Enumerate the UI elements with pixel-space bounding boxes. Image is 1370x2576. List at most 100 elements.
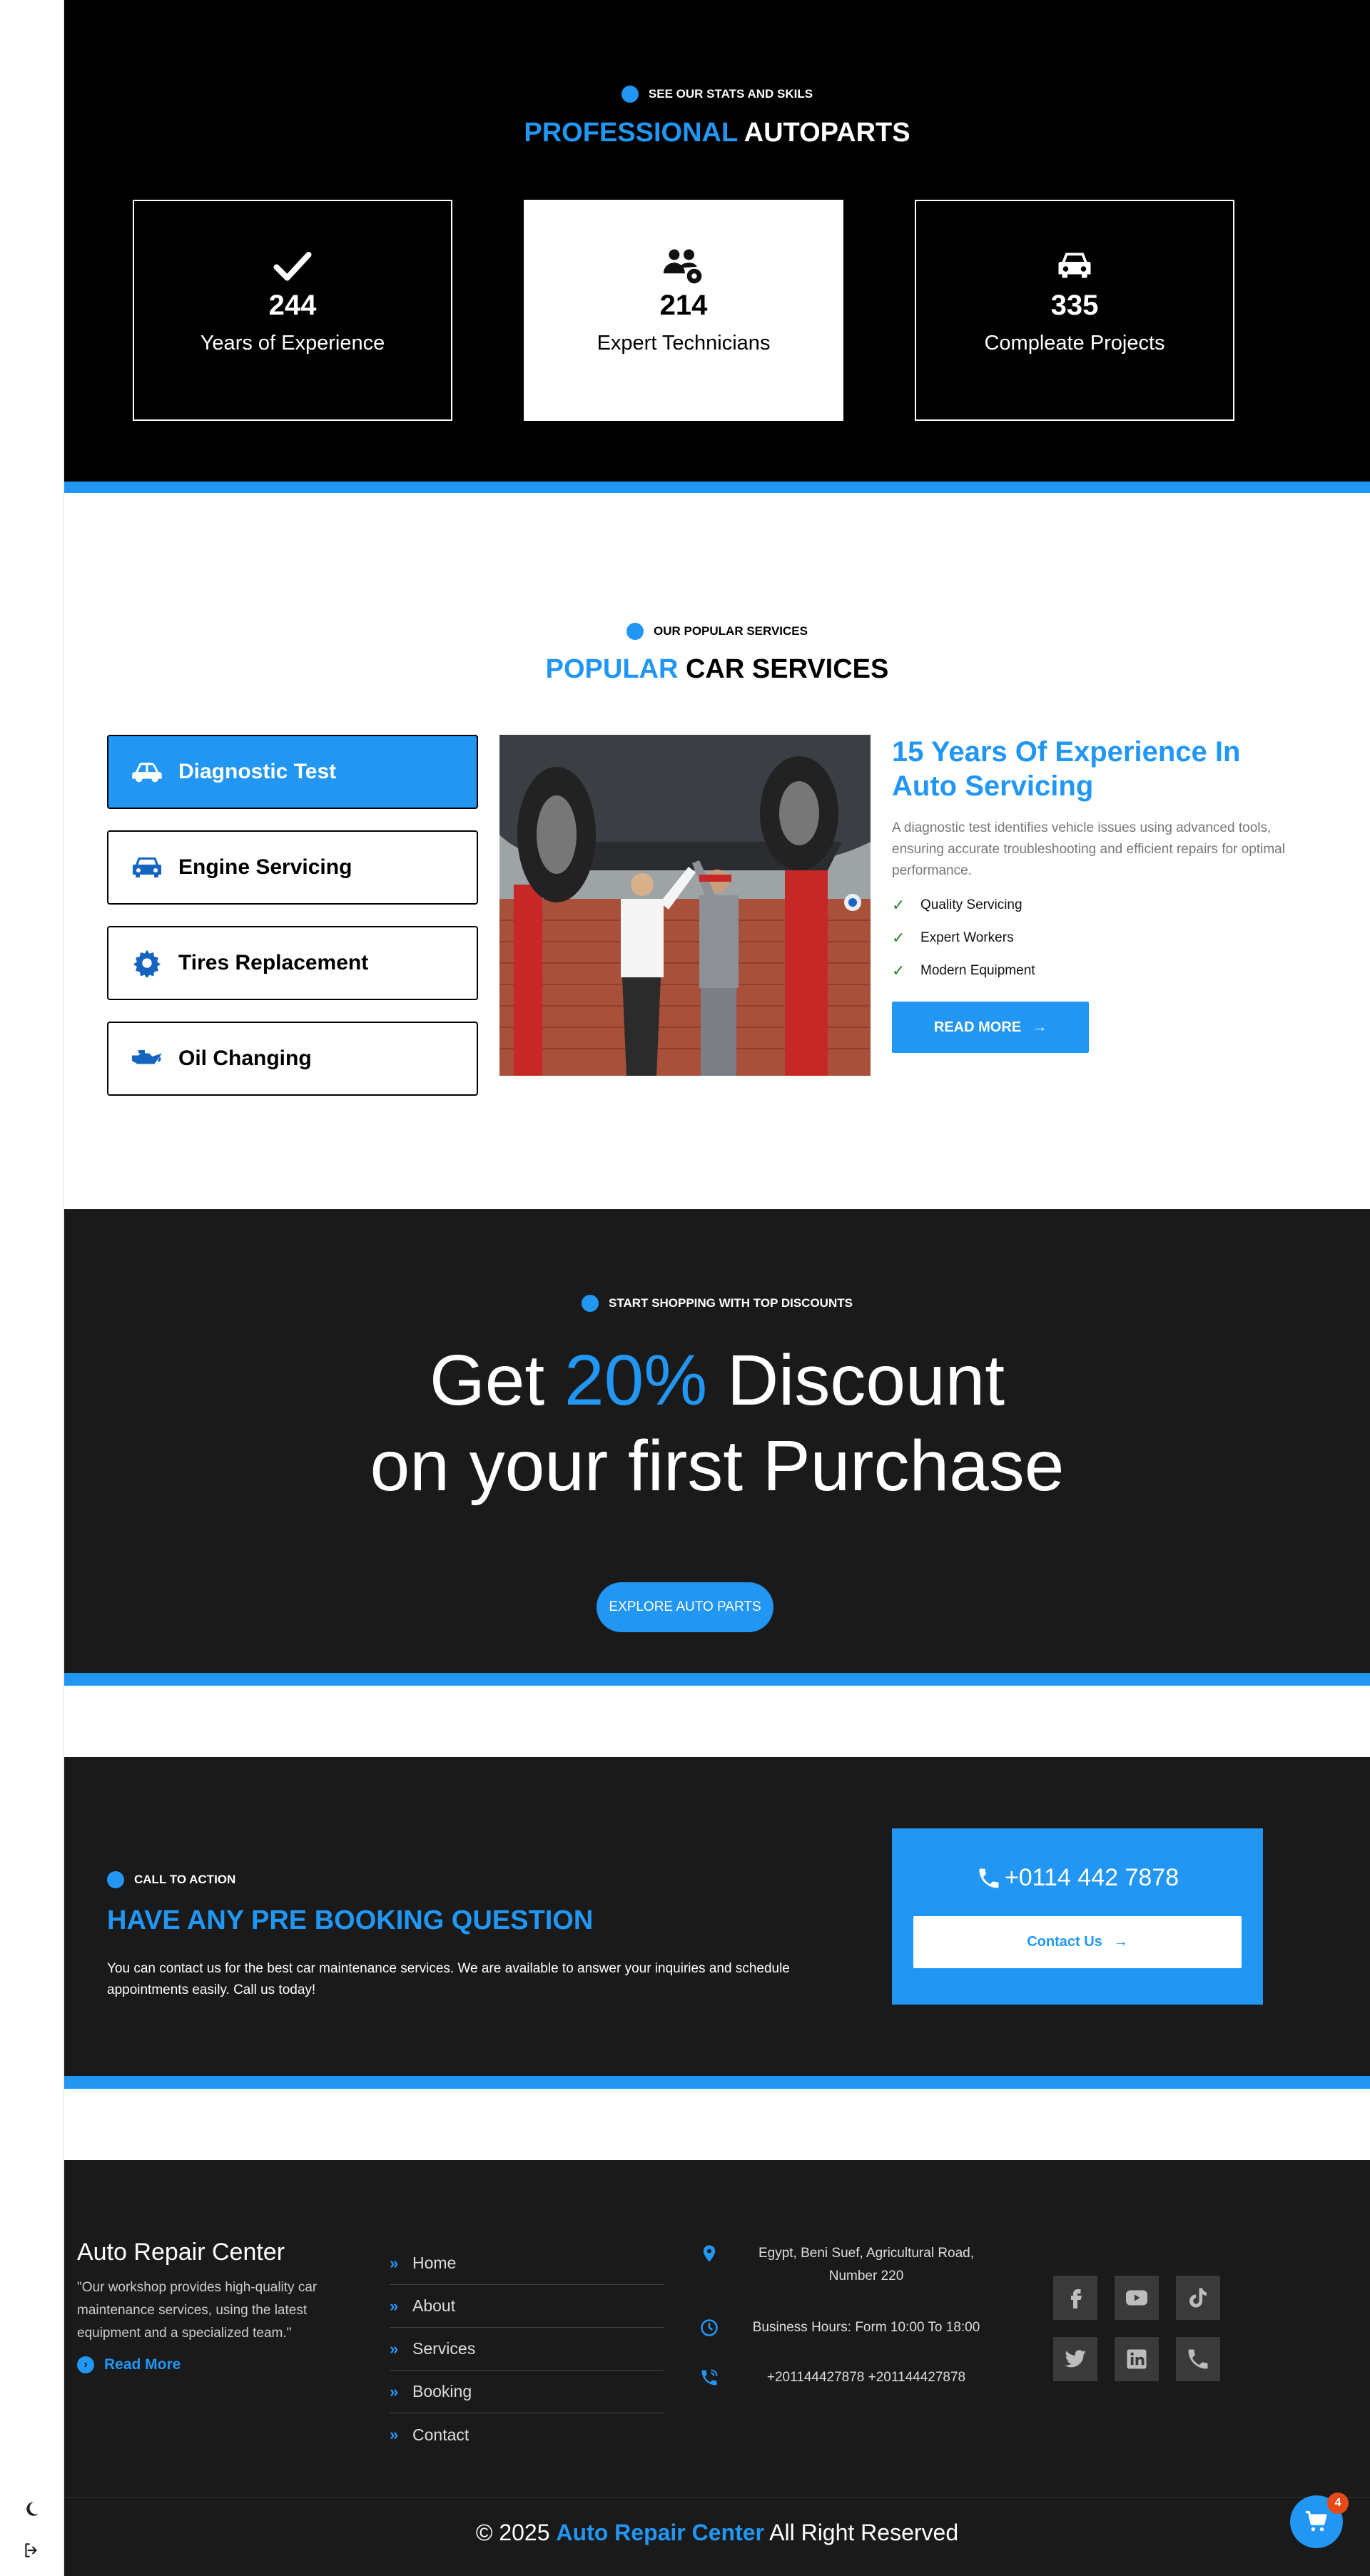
phone-icon (979, 1868, 999, 1888)
feature-item: ✓ Expert Workers (892, 929, 1292, 947)
dot-icon (621, 86, 639, 103)
tab-tires-replacement[interactable]: Tires Replacement (107, 926, 478, 1000)
clock-icon (701, 2319, 718, 2336)
youtube-link[interactable] (1115, 2276, 1159, 2320)
explore-auto-parts-button[interactable]: EXPLORE AUTO PARTS (597, 1582, 773, 1632)
read-more-label: READ MORE (933, 1019, 1022, 1035)
discount-percent: 20% (564, 1340, 708, 1420)
discount-subline: on your first Purchase (370, 1426, 1065, 1506)
copyright-brand: Auto Repair Center (556, 2520, 764, 2545)
discount-post: Discount (726, 1340, 1005, 1420)
facebook-icon (1071, 2289, 1082, 2308)
moon-icon (26, 2502, 39, 2516)
check-icon: ✓ (892, 929, 905, 947)
car-front-icon (133, 857, 161, 877)
feature-item: ✓ Quality Servicing (892, 896, 1292, 915)
services-eyebrow-text: OUR POPULAR SERVICES (653, 624, 808, 638)
tab-label: Oil Changing (178, 1047, 312, 1070)
double-chevron-icon: » (390, 2254, 398, 2272)
footer-link-services[interactable]: » Services (390, 2328, 664, 2371)
service-description: A diagnostic test identifies vehicle iss… (892, 820, 1285, 878)
footer-link-booking[interactable]: » Booking (390, 2371, 664, 2413)
footer-link-about[interactable]: » About (390, 2285, 664, 2328)
contact-us-button[interactable]: Contact Us → (913, 1916, 1242, 1968)
chevron-right-icon: › (77, 2356, 94, 2373)
footer-address-text: Egypt, Beni Suef, Agricultural Road, Num… (758, 2246, 975, 2284)
tiktok-icon (1189, 2288, 1207, 2308)
twitter-icon (1065, 2350, 1086, 2368)
discount-pre: Get (430, 1340, 545, 1420)
footer-link-label: Contact (412, 2425, 470, 2444)
stats-eyebrow-text: SEE OUR STATS AND SKILS (648, 87, 813, 101)
read-more-button[interactable]: READ MORE → (892, 1002, 1089, 1053)
twitter-link[interactable] (1053, 2337, 1097, 2381)
logout-icon (25, 2543, 37, 2557)
tab-label: Diagnostic Test (178, 760, 337, 783)
footer-link-home[interactable]: » Home (390, 2242, 664, 2285)
double-chevron-icon: » (390, 2296, 398, 2315)
dark-mode-toggle[interactable] (17, 2495, 46, 2523)
tab-diagnostic-test[interactable]: Diagnostic Test (107, 735, 478, 809)
stat-number: 335 (1050, 290, 1099, 321)
stat-label: Expert Technicians (597, 332, 771, 355)
footer-phones-text: +201144427878 +201144427878 (766, 2370, 966, 2385)
stat-label: Compleate Projects (984, 332, 1165, 355)
stats-title-accent: PROFESSIONAL (524, 118, 738, 148)
phone-volume-icon (701, 2369, 718, 2386)
cta-phone[interactable]: +0114 442 7878 (892, 1864, 1263, 1892)
facebook-link[interactable] (1053, 2276, 1097, 2320)
double-chevron-icon: » (390, 2382, 398, 2401)
contact-us-label: Contact Us (1027, 1934, 1102, 1950)
stats-eyebrow: SEE OUR STATS AND SKILS (64, 86, 1370, 103)
garage-illustration (499, 735, 871, 1076)
tiktok-link[interactable] (1176, 2276, 1220, 2320)
stats-title: PROFESSIONAL AUTOPARTS (64, 118, 1370, 148)
feature-label: Modern Equipment (920, 963, 1035, 978)
dot-icon (582, 1295, 599, 1312)
services-title-accent: POPULAR (545, 654, 679, 684)
footer-link-label: Services (412, 2339, 476, 2358)
footer-link-label: Home (412, 2254, 457, 2272)
page-root: SEE OUR STATS AND SKILS PROFESSIONAL AUT… (0, 0, 1370, 2576)
cta-contact-box: +0114 442 7878 Contact Us → (892, 1828, 1263, 2005)
footer-read-more-link[interactable]: › Read More (77, 2356, 348, 2373)
footer-hours: Business Hours: Form 10:00 To 18:00 (699, 2316, 999, 2339)
discount-eyebrow: START SHOPPING WITH TOP DISCOUNTS (64, 1295, 1370, 1312)
tab-oil-changing[interactable]: Oil Changing (107, 1022, 478, 1096)
double-chevron-icon: » (390, 2339, 398, 2358)
technicians-icon (663, 249, 702, 284)
dot-icon (626, 623, 644, 640)
shopping-cart-icon (1306, 2510, 1327, 2532)
arrow-right-icon: → (1032, 1019, 1047, 1035)
stats-title-rest: AUTOPARTS (744, 118, 910, 148)
social-links (1053, 2276, 1239, 2381)
services-title: POPULAR CAR SERVICES (64, 654, 1370, 685)
footer-contact-info: Egypt, Beni Suef, Agricultural Road, Num… (699, 2242, 999, 2389)
services-section: OUR POPULAR SERVICES POPULAR CAR SERVICE… (64, 493, 1370, 1209)
logout-button[interactable] (17, 2536, 46, 2565)
footer-link-contact[interactable]: » Contact (390, 2413, 664, 2456)
stats-section: SEE OUR STATS AND SKILS PROFESSIONAL AUT… (64, 0, 1370, 482)
footer: Auto Repair Center "Our workshop provide… (64, 2160, 1370, 2576)
phone-link[interactable] (1176, 2337, 1220, 2381)
footer-link-label: About (412, 2296, 456, 2315)
feature-label: Expert Workers (920, 930, 1014, 945)
phone-icon (1188, 2349, 1208, 2369)
footer-divider (64, 2497, 1370, 2498)
footer-links: » Home » About » Services » Booking » Contact (390, 2242, 664, 2456)
service-details: 15 Years Of Experience In Auto Servicing… (892, 735, 1292, 1053)
tab-engine-servicing[interactable]: Engine Servicing (107, 830, 478, 905)
stat-label: Years of Experience (200, 332, 385, 355)
cart-count-badge: 4 (1327, 2493, 1349, 2514)
stat-number: 244 (268, 290, 317, 321)
mechanics-photo (499, 735, 871, 1076)
accent-divider (64, 1673, 1370, 1686)
double-chevron-icon: » (390, 2425, 398, 2443)
location-pin-icon (703, 2245, 716, 2262)
car-icon (1058, 253, 1091, 278)
gear-icon (133, 950, 161, 977)
footer-phones: +201144427878 +201144427878 (699, 2366, 999, 2389)
car-side-icon (132, 763, 162, 783)
footer-hours-text: Business Hours: Form 10:00 To 18:00 (752, 2320, 980, 2335)
linkedin-link[interactable] (1115, 2337, 1159, 2381)
